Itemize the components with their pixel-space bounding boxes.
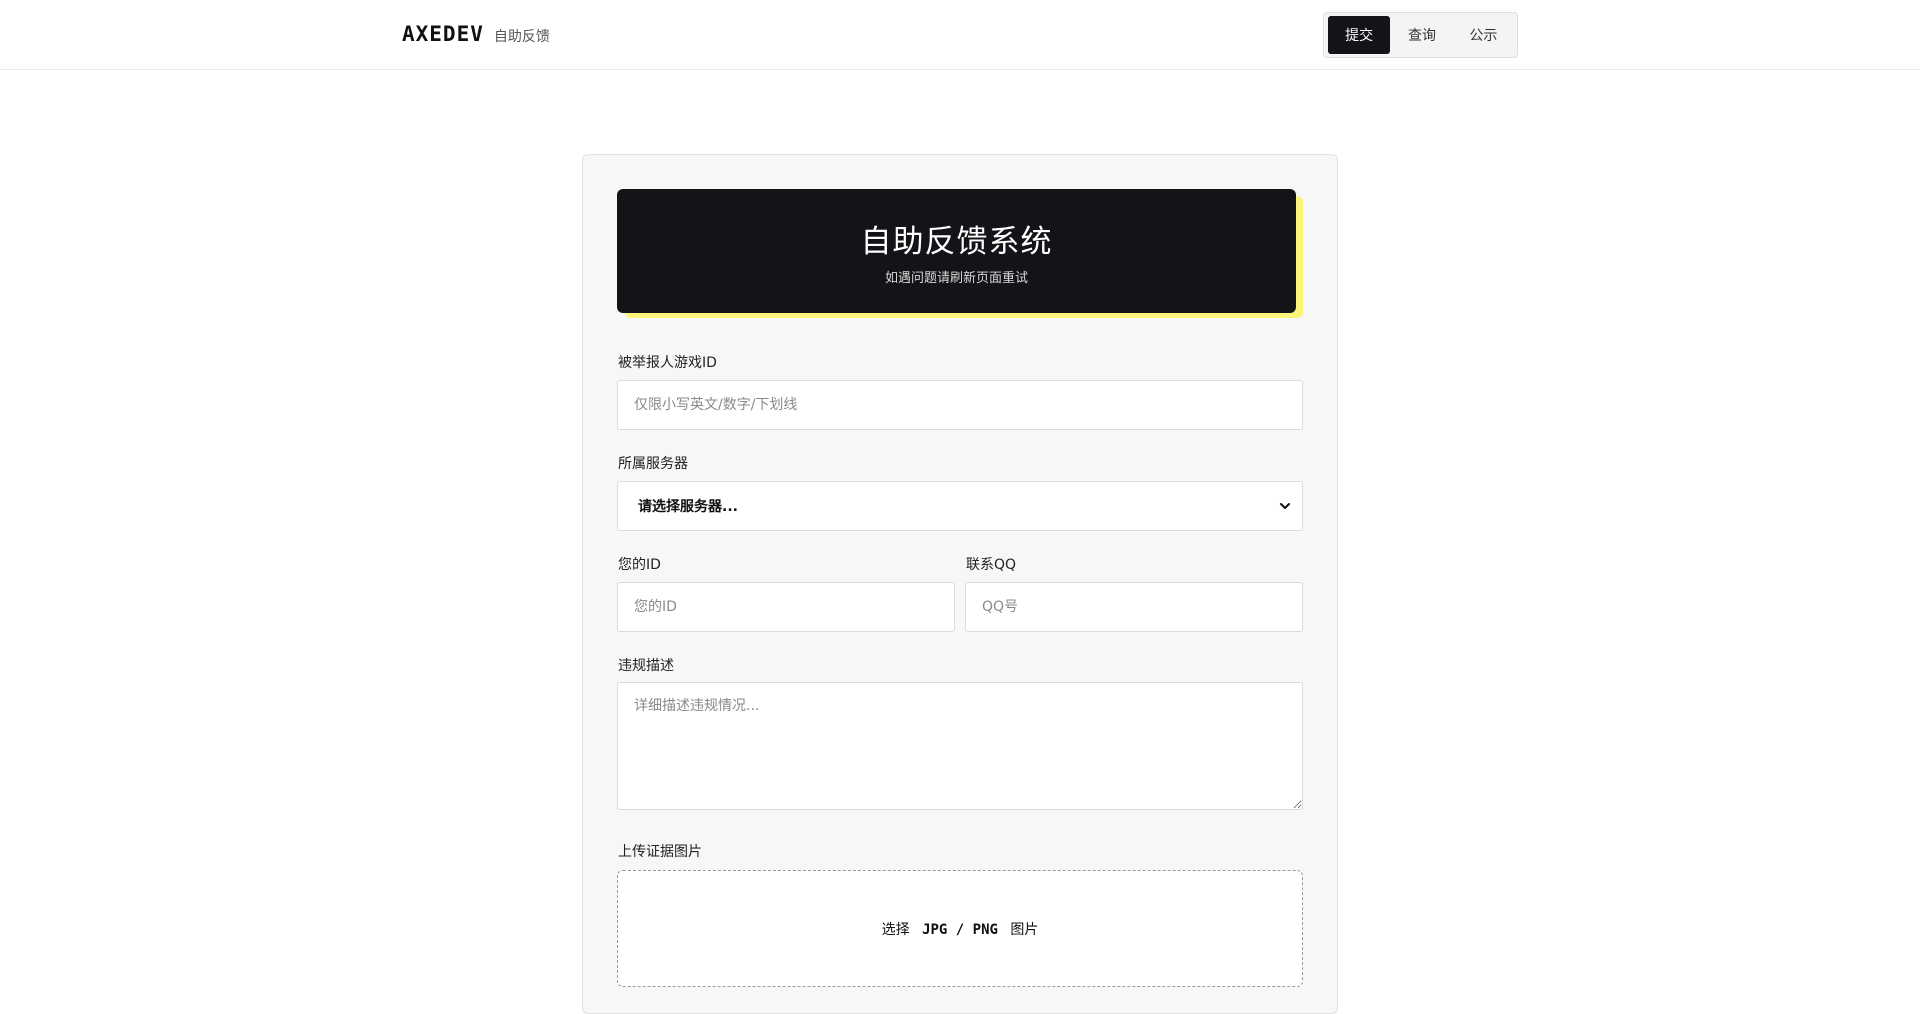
- hero-subtitle: 如遇问题请刷新页面重试: [884, 271, 1028, 286]
- server-label: 所属服务器: [618, 456, 688, 472]
- evidence-label: 上传证据图片: [618, 844, 702, 860]
- server-select[interactable]: 请选择服务器...: [617, 481, 1303, 531]
- brand-logo[interactable]: AXEDEV: [402, 22, 484, 46]
- chevron-down-icon: [1280, 503, 1290, 509]
- qq-label: 联系QQ: [966, 557, 1017, 573]
- evidence-upload-dropzone[interactable]: 选择 JPG / PNG 图片: [617, 870, 1303, 987]
- tab-query[interactable]: 查询: [1392, 16, 1451, 54]
- brand[interactable]: AXEDEV 自助反馈: [402, 22, 550, 46]
- your-id-label: 您的ID: [618, 557, 661, 573]
- tab-submit[interactable]: 提交: [1328, 16, 1391, 54]
- your-id-input[interactable]: [617, 582, 955, 632]
- description-textarea[interactable]: [617, 682, 1303, 810]
- description-label: 违规描述: [618, 658, 674, 674]
- qq-input[interactable]: [965, 582, 1303, 632]
- hero-title: 自助反馈系统: [860, 224, 1053, 260]
- upload-formats: JPG / PNG: [922, 921, 998, 938]
- upload-suffix: 图片: [1010, 921, 1039, 938]
- hero-banner: 自助反馈系统 如遇问题请刷新页面重试: [617, 189, 1296, 313]
- upload-prompt: 选择 JPG / PNG 图片: [882, 919, 1039, 939]
- upload-prefix: 选择: [881, 921, 910, 938]
- server-select-value: 请选择服务器...: [638, 499, 738, 515]
- nav-tabs: 提交 查询 公示: [1323, 12, 1518, 58]
- top-navbar: AXEDEV 自助反馈 提交 查询 公示: [0, 0, 1920, 70]
- brand-subtitle: 自助反馈: [493, 29, 550, 45]
- tab-announcement[interactable]: 公示: [1454, 16, 1513, 54]
- reported-id-input[interactable]: [617, 380, 1303, 430]
- reported-id-label: 被举报人游戏ID: [618, 355, 717, 371]
